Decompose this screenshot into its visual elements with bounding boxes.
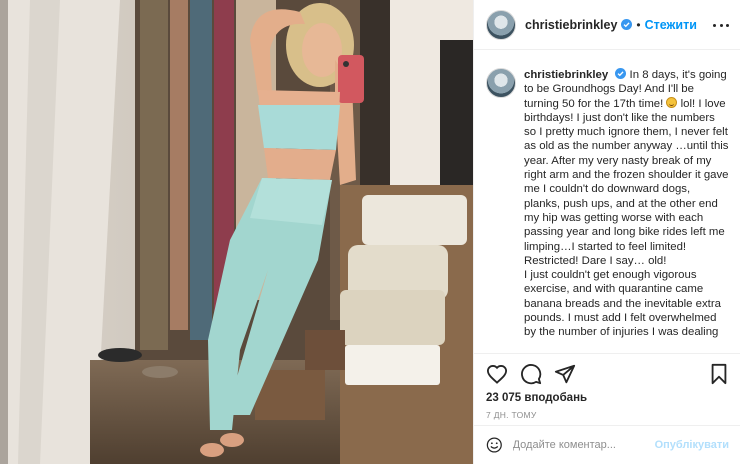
heart-icon[interactable]: [486, 364, 508, 384]
post-photo[interactable]: [0, 0, 473, 464]
caption-text: christiebrinkley In 8 days, it's going t…: [524, 68, 729, 340]
verified-icon: [615, 68, 627, 79]
share-icon[interactable]: [554, 363, 576, 385]
publish-button[interactable]: Опублікувати: [655, 439, 729, 451]
more-icon[interactable]: [713, 18, 729, 32]
grinning-emoji-icon: [666, 96, 678, 108]
post-header: christiebrinkley • Стежити: [474, 0, 740, 50]
avatar[interactable]: [486, 9, 516, 40]
bookmark-icon[interactable]: [709, 363, 729, 385]
emoji-icon[interactable]: [486, 435, 503, 455]
comment-icon[interactable]: [520, 363, 542, 385]
post-image: [0, 0, 473, 464]
follow-button[interactable]: Стежити: [645, 18, 697, 32]
caption: christiebrinkley In 8 days, it's going t…: [486, 68, 729, 340]
comment-input[interactable]: [512, 439, 655, 451]
caption-username[interactable]: christiebrinkley: [524, 69, 608, 81]
header-separator: •: [636, 17, 641, 32]
header-username[interactable]: christiebrinkley: [525, 18, 617, 32]
caption-text-part2: lol! I love birthdays! I just don't like…: [524, 97, 729, 267]
caption-text-part3: I just couldn't get enough vigorous exer…: [524, 269, 721, 339]
comment-bar: Опублікувати: [474, 425, 740, 464]
verified-icon: [621, 19, 633, 30]
caption-avatar[interactable]: [486, 68, 516, 98]
post-timestamp[interactable]: 7 ДН. ТОМУ: [486, 410, 729, 420]
post-actions: 23 075 вподобань 7 ДН. ТОМУ: [474, 353, 740, 425]
caption-scroll-area[interactable]: christiebrinkley In 8 days, it's going t…: [474, 51, 740, 353]
post-side-panel: christiebrinkley • Стежити christiebrink…: [473, 0, 740, 464]
likes-count[interactable]: 23 075 вподобань: [486, 392, 729, 404]
